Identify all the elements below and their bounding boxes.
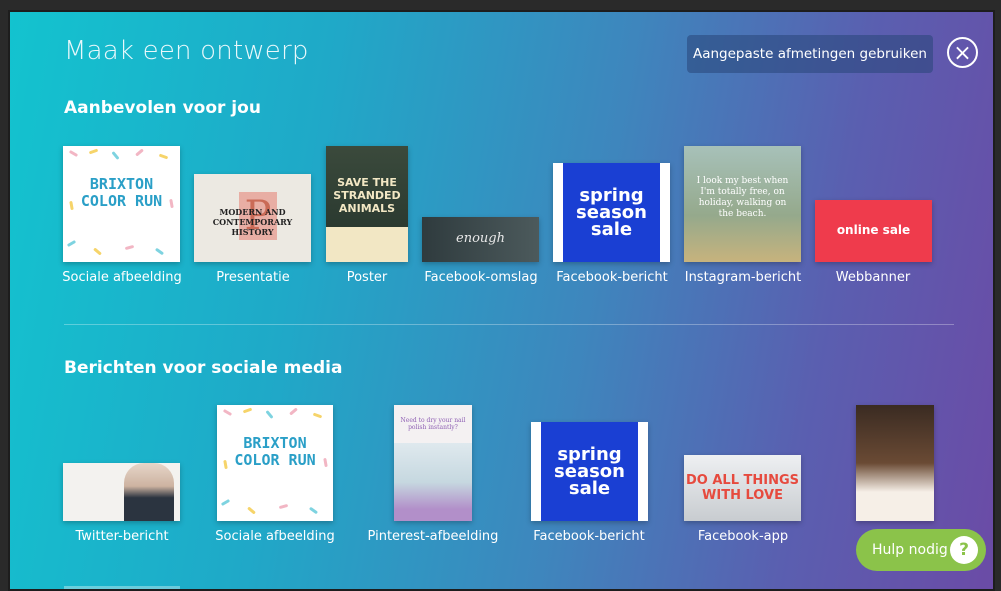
thumbnail-social-image[interactable]: BRIXTON COLOR RUN bbox=[63, 146, 180, 262]
close-icon[interactable]: × bbox=[947, 37, 978, 68]
thumb-text: online sale bbox=[836, 223, 911, 237]
section-divider bbox=[64, 324, 954, 325]
thumb-text: Need to dry your nail polish instantly? bbox=[400, 417, 466, 431]
page-title: Maak een ontwerp bbox=[64, 36, 309, 66]
design-type-label: Facebook-app bbox=[697, 529, 789, 544]
create-design-panel: Maak een ontwerp Aangepaste afmetingen g… bbox=[10, 12, 993, 589]
thumb-text: enough bbox=[456, 231, 505, 246]
thumb-photo bbox=[394, 443, 472, 521]
thumbnail-social-image[interactable]: BRIXTON COLOR RUN bbox=[217, 405, 333, 521]
design-type-label: Facebook-bericht bbox=[556, 270, 668, 285]
design-type-label: Facebook-bericht bbox=[533, 529, 645, 544]
thumb-text: DO ALL THINGS WITH LOVE bbox=[685, 473, 800, 503]
design-type-label: Poster bbox=[346, 270, 388, 285]
thumb-text: BRIXTON COLOR RUN bbox=[234, 434, 316, 469]
thumbnail-tumblr[interactable] bbox=[856, 405, 934, 521]
window-frame: Maak een ontwerp Aangepaste afmetingen g… bbox=[0, 0, 1001, 591]
thumbnail-twitter-post[interactable] bbox=[63, 463, 180, 521]
thumbnail-facebook-post[interactable]: spring season sale bbox=[553, 163, 670, 262]
custom-dimensions-button[interactable]: Aangepaste afmetingen gebruiken bbox=[687, 35, 933, 73]
thumb-text: MODERN AND CONTEMPORARY HISTORY bbox=[212, 207, 293, 237]
thumb-text: spring season sale bbox=[576, 185, 647, 240]
thumbnail-facebook-app[interactable]: DO ALL THINGS WITH LOVE bbox=[684, 455, 801, 521]
help-label: Hulp nodig bbox=[872, 542, 948, 558]
thumbnail-web-banner[interactable]: online sale bbox=[815, 200, 932, 262]
design-type-label: Webbanner bbox=[835, 270, 911, 285]
thumbnail-facebook-cover[interactable]: enough bbox=[422, 217, 539, 262]
help-button[interactable]: Hulp nodig ? bbox=[856, 529, 986, 571]
design-type-label: Pinterest-afbeelding bbox=[367, 529, 499, 544]
thumb-text: SAVE THE STRANDED ANIMALS bbox=[333, 176, 401, 215]
thumbnail-instagram-post[interactable]: I look my best when I'm totally free, on… bbox=[684, 146, 801, 262]
next-row-thumbnail bbox=[64, 586, 180, 589]
thumbnail-presentation[interactable]: P MODERN AND CONTEMPORARY HISTORY bbox=[194, 174, 311, 262]
thumbnail-facebook-post[interactable]: spring season sale bbox=[531, 422, 648, 521]
design-type-label: Facebook-omslag bbox=[424, 270, 538, 285]
thumbnail-poster[interactable]: SAVE THE STRANDED ANIMALS bbox=[326, 146, 408, 262]
thumb-text: BRIXTON COLOR RUN bbox=[80, 175, 163, 210]
thumb-photo bbox=[124, 463, 174, 521]
design-type-label: Sociale afbeelding bbox=[215, 529, 335, 544]
question-icon: ? bbox=[950, 536, 978, 564]
section-title-social-media: Berichten voor sociale media bbox=[64, 358, 343, 378]
section-title-recommended: Aanbevolen voor jou bbox=[64, 98, 261, 118]
thumbnail-pinterest-image[interactable]: Need to dry your nail polish instantly? bbox=[394, 405, 472, 521]
design-type-label: Twitter-bericht bbox=[75, 529, 169, 544]
design-type-label: Sociale afbeelding bbox=[62, 270, 182, 285]
design-type-label: Presentatie bbox=[216, 270, 290, 285]
thumb-text: spring season sale bbox=[554, 444, 625, 499]
design-type-label: Instagram-bericht bbox=[684, 270, 802, 285]
thumb-text: I look my best when I'm totally free, on… bbox=[696, 176, 789, 219]
